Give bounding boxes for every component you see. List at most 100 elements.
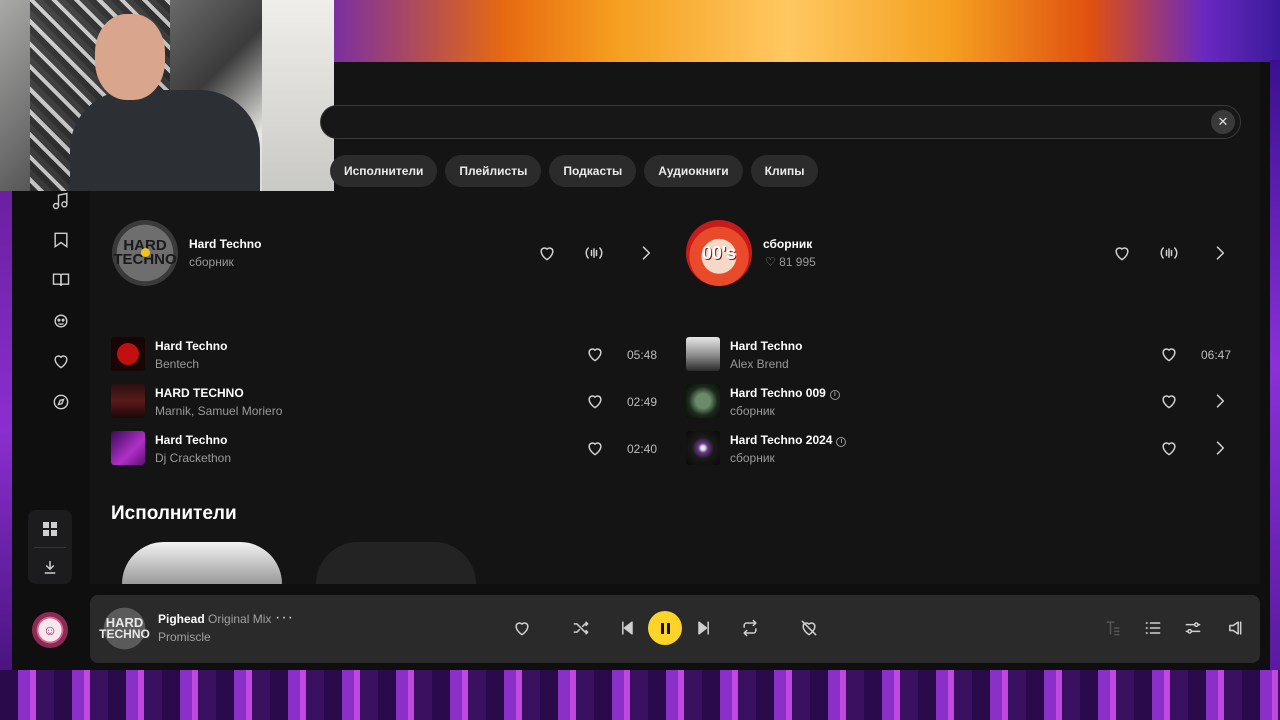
cover-text: TECHNO [99, 626, 150, 641]
search-bar [320, 105, 1241, 139]
track-row[interactable]: Hard Techno 2024 i сборник [686, 428, 1236, 468]
chevron-right-icon[interactable] [1208, 436, 1232, 460]
track-artist: сборник [730, 451, 775, 465]
bookmark-icon[interactable] [49, 228, 73, 252]
dislike-icon[interactable] [797, 616, 821, 640]
like-icon[interactable] [510, 616, 534, 640]
track-cover [111, 384, 145, 418]
repeat-icon[interactable] [738, 616, 762, 640]
track-artist[interactable]: Dj Crackethon [155, 451, 231, 465]
artist-avatar[interactable] [316, 542, 476, 584]
track-cover [111, 431, 145, 465]
track-row[interactable]: Hard Techno Bentech [111, 334, 661, 374]
like-icon[interactable] [1110, 241, 1134, 265]
chevron-right-icon[interactable] [1208, 389, 1232, 413]
filter-clips[interactable]: Клипы [750, 155, 819, 187]
track-cover [686, 384, 720, 418]
info-icon[interactable]: i [829, 390, 840, 400]
previous-icon[interactable] [615, 616, 639, 640]
track-row[interactable]: Hard Techno Dj Crackethon [111, 428, 661, 468]
windows-icon[interactable] [28, 514, 72, 544]
track-name: Pighead [158, 612, 205, 626]
track-title: Hard Techno [155, 433, 228, 447]
volume-icon[interactable] [1222, 616, 1246, 640]
filter-playlists[interactable]: Плейлисты [445, 155, 542, 187]
background-right [1270, 60, 1280, 670]
like-icon[interactable] [1157, 342, 1181, 366]
likes-value: 81 995 [779, 255, 816, 269]
like-icon[interactable] [1157, 436, 1181, 460]
likes-count: ♡ 81 995 [765, 255, 816, 269]
like-icon[interactable] [1157, 389, 1181, 413]
settings-sliders-icon[interactable] [1181, 616, 1205, 640]
track-title: Hard Techno [155, 339, 228, 353]
chevron-right-icon[interactable] [1208, 241, 1232, 265]
filter-podcasts[interactable]: Подкасты [549, 155, 637, 187]
pause-button[interactable] [648, 611, 682, 645]
like-icon[interactable] [583, 389, 607, 413]
track-cover [111, 337, 145, 371]
webcam-overlay [0, 0, 334, 191]
track-artist: сборник [730, 404, 775, 418]
like-icon[interactable] [583, 342, 607, 366]
now-playing-cover[interactable]: HARD TECHNO [98, 602, 151, 655]
sidebar-bottom-box [28, 510, 72, 584]
lyrics-icon[interactable] [1101, 616, 1125, 640]
filter-audiobooks[interactable]: Аудиокниги [644, 155, 743, 187]
track-cover [686, 431, 720, 465]
search-input[interactable] [335, 112, 1195, 134]
track-duration: 02:49 [627, 395, 658, 409]
pause-icon [660, 622, 664, 634]
track-title: Hard Techno [730, 339, 803, 353]
artist-avatar[interactable] [122, 542, 282, 584]
next-icon[interactable] [692, 616, 716, 640]
track-title-text: Hard Techno 2024 [730, 433, 833, 447]
filter-artists[interactable]: Исполнители [330, 155, 438, 187]
like-icon[interactable] [535, 241, 559, 265]
album-cover[interactable]: 00's [686, 220, 752, 286]
track-duration: 06:47 [1201, 348, 1232, 362]
queue-icon[interactable] [1141, 616, 1165, 640]
result-subtitle: сборник [189, 255, 234, 269]
filter-chips: Исполнители Плейлисты Подкасты Аудиокниг… [330, 155, 819, 187]
result-title[interactable]: сборник [763, 237, 812, 251]
download-icon[interactable] [28, 552, 72, 582]
clear-search-button[interactable]: ✕ [1211, 110, 1235, 134]
track-cover [686, 337, 720, 371]
like-icon[interactable] [583, 436, 607, 460]
chevron-right-icon[interactable] [634, 241, 658, 265]
background-left [0, 190, 12, 670]
background-top [334, 0, 1280, 62]
book-icon[interactable] [49, 268, 73, 292]
shuffle-icon[interactable] [569, 616, 593, 640]
track-duration: 02:40 [627, 442, 658, 456]
heart-icon[interactable] [49, 349, 73, 373]
more-icon[interactable]: ··· [275, 609, 294, 627]
wave-icon[interactable] [1157, 241, 1181, 265]
compass-icon[interactable] [49, 390, 73, 414]
track-artist[interactable]: Alex Brend [730, 357, 789, 371]
avatar[interactable]: ☺ [32, 612, 68, 648]
track-row[interactable]: Hard Techno Alex Brend [686, 334, 1236, 374]
wave-icon[interactable] [582, 241, 606, 265]
track-row[interactable]: Hard Techno 009 i сборник [686, 381, 1236, 421]
heart-icon: ♡ [765, 255, 776, 269]
album-cover[interactable]: HARD TECHNO [112, 220, 178, 286]
track-title: Hard Techno 2024 i [730, 433, 847, 447]
track-title-text: Hard Techno 009 [730, 386, 826, 400]
cover-text: 00's [701, 242, 737, 263]
now-playing-artist[interactable]: Promiscle [158, 630, 211, 644]
now-playing-title[interactable]: Pighead Original Mix [158, 612, 271, 626]
track-artist[interactable]: Bentech [155, 357, 199, 371]
track-artist[interactable]: Marnik, Samuel Moriero [155, 404, 282, 418]
kids-icon[interactable] [49, 309, 73, 333]
track-duration: 05:48 [627, 348, 658, 362]
music-note-icon[interactable] [49, 189, 73, 213]
track-title: Hard Techno 009 i [730, 386, 840, 400]
divider [34, 547, 66, 548]
background-bottom [0, 670, 1280, 720]
section-title-artists: Исполнители [111, 503, 237, 524]
info-icon[interactable]: i [836, 437, 847, 447]
track-row[interactable]: HARD TECHNO Marnik, Samuel Moriero [111, 381, 661, 421]
result-title[interactable]: Hard Techno [189, 237, 261, 251]
